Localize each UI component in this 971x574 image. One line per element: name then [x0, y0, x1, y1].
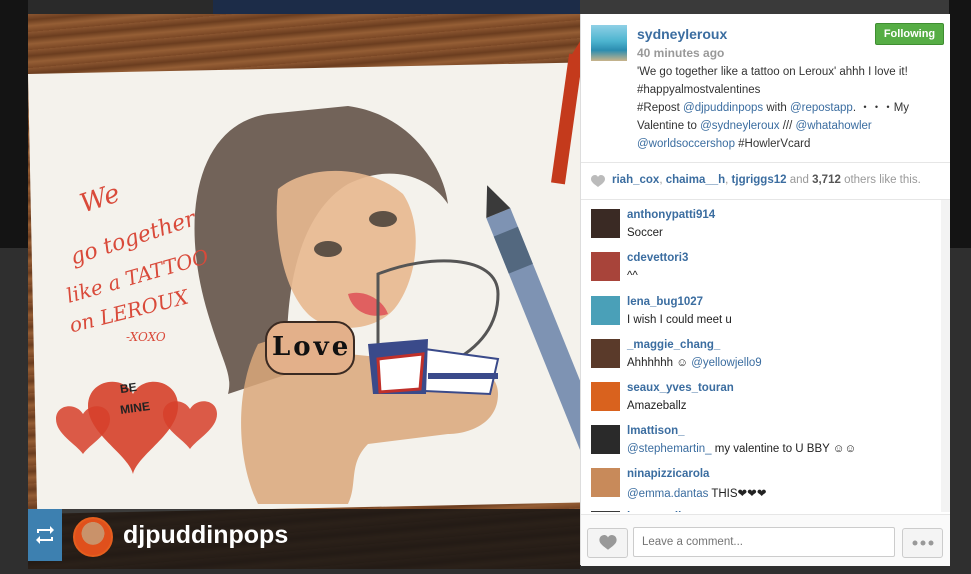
comment-item: seaux_yves_touran Amazeballz [581, 373, 950, 416]
commenter-avatar[interactable] [591, 382, 620, 411]
likes-and: and [786, 174, 813, 186]
commenter-avatar[interactable] [591, 511, 620, 512]
fist-text-love: Love [272, 332, 352, 362]
liker-username[interactable]: riah_cox [612, 174, 659, 186]
caption-text: #HowlerVcard [734, 138, 811, 150]
owner-avatar[interactable] [591, 25, 627, 61]
caption-text: #Repost [637, 102, 684, 114]
like-button[interactable] [587, 528, 628, 558]
likes-text: riah_cox, chaima__h, tjgriggs12 and 3,71… [612, 174, 921, 186]
caption-line: @worldsoccershop #HowlerVcard [637, 135, 937, 153]
comment-mention[interactable]: @stephemartin_ [627, 443, 712, 455]
commenter-avatar[interactable] [591, 252, 620, 281]
background-thumbnail [28, 0, 213, 14]
comment-text: Ahhhhhh ☺ @yellowjello9 [627, 357, 762, 369]
likes-summary: riah_cox, chaima__h, tjgriggs12 and 3,71… [581, 163, 950, 200]
following-button[interactable]: Following [875, 23, 944, 45]
caption-mention[interactable]: @whatahowler [796, 120, 872, 132]
caption-mention[interactable]: @djpuddinpops [683, 102, 763, 114]
post-photo[interactable]: We go together like a TATTOO on LEROUX -… [28, 14, 580, 569]
comment-text: @emma.dantas THIS❤❤❤ [627, 486, 766, 500]
comment-text: @stephemartin_ my valentine to U BBY ☺☺ [627, 443, 856, 455]
post-caption: 'We go together like a tattoo on Leroux'… [637, 63, 937, 153]
comment-text: ^^ [627, 270, 638, 282]
caption-line: Valentine to @sydneyleroux /// @whatahow… [637, 117, 937, 135]
comment-item: lena_bug1027 I wish I could meet u [581, 287, 950, 330]
commenter-avatar[interactable] [591, 468, 620, 497]
caption-line: #happyalmostvalentines [637, 84, 761, 96]
comment-item: lmattison_ @stephemartin_ my valentine t… [581, 416, 950, 459]
comment-text: I wish I could meet u [627, 314, 732, 326]
caption-mention[interactable]: @worldsoccershop [637, 138, 735, 150]
commenter-username[interactable]: ninapizzicarola [627, 468, 709, 480]
drawing-text-xoxo: -XOXO [126, 330, 166, 344]
commenter-avatar[interactable] [591, 425, 620, 454]
commenter-username[interactable]: anthonypatti914 [627, 209, 715, 221]
repost-bar: djpuddinpops [28, 509, 580, 569]
repost-username[interactable]: djpuddinpops [123, 521, 288, 550]
comment-text: Amazeballz [627, 400, 687, 412]
caption-text: with [763, 102, 790, 114]
commenter-username[interactable]: lena_bug1027 [627, 296, 703, 308]
comments-scrollbar[interactable] [941, 200, 950, 512]
comment-footer [581, 514, 950, 566]
caption-mention[interactable]: @repostapp [790, 102, 853, 114]
heart-text-be: BE [119, 379, 138, 397]
repost-user-avatar[interactable] [73, 517, 113, 557]
comment-item: _maggie_chang_ Ahhhhhh ☺ @yellowjello9 [581, 330, 950, 373]
commenter-avatar[interactable] [591, 339, 620, 368]
more-options-button[interactable] [902, 528, 943, 558]
post-details-panel: sydneyleroux 40 minutes ago Following 'W… [580, 14, 950, 566]
heart-icon [598, 535, 617, 550]
likes-count[interactable]: 3,712 [812, 174, 841, 186]
caption-line: 'We go together like a tattoo on Leroux'… [637, 66, 908, 78]
caption-text: . ・・・My [852, 102, 910, 114]
comment-mention[interactable]: @yellowjello9 [691, 357, 761, 369]
comment-text-part: Ahhhhhh ☺ [627, 357, 692, 369]
caption-line: #Repost @djpuddinpops with @repostapp. ・… [637, 99, 937, 117]
post-header: sydneyleroux 40 minutes ago Following 'W… [581, 14, 950, 163]
red-crayon-icon [551, 37, 580, 185]
post-timestamp: 40 minutes ago [637, 46, 725, 60]
commenter-username[interactable]: lmattison_ [627, 425, 685, 437]
commenter-avatar[interactable] [591, 209, 620, 238]
commenter-username[interactable]: cdevettori3 [627, 252, 688, 264]
commenter-username[interactable]: _maggie_chang_ [627, 339, 720, 351]
comments-list: anthonypatti914 Soccer cdevettori3 ^^ le… [581, 200, 950, 512]
repost-icon [28, 509, 62, 561]
caption-mention[interactable]: @sydneyleroux [700, 120, 779, 132]
comment-item: cdevettori3 ^^ [581, 243, 950, 286]
liker-username[interactable]: tjgriggs12 [732, 174, 787, 186]
comment-mention[interactable]: @emma.dantas [627, 488, 708, 500]
background-thumbnail [580, 0, 949, 14]
commenter-username[interactable]: jennaparliament [627, 511, 715, 512]
comment-text-part: THIS❤❤❤ [708, 488, 767, 500]
comment-item: ninapizzicarola @emma.dantas THIS❤❤❤ [581, 459, 950, 502]
caption-text: Valentine to [637, 120, 701, 132]
comment-item: anthonypatti914 Soccer [581, 200, 950, 243]
more-dots-icon [912, 540, 933, 546]
comment-item: jennaparliament [581, 502, 950, 512]
comment-input[interactable] [633, 527, 895, 557]
commenter-avatar[interactable] [591, 296, 620, 325]
caption-text: /// [779, 120, 796, 132]
comment-text: Soccer [627, 227, 663, 239]
commenter-username[interactable]: seaux_yves_touran [627, 382, 734, 394]
comment-text-part: my valentine to U BBY ☺☺ [711, 443, 857, 455]
liker-username[interactable]: chaima__h [666, 174, 725, 186]
background-thumbnail [213, 0, 580, 14]
heart-icon [591, 175, 605, 187]
likes-others: others like this. [840, 174, 921, 186]
owner-username[interactable]: sydneyleroux [637, 26, 727, 42]
